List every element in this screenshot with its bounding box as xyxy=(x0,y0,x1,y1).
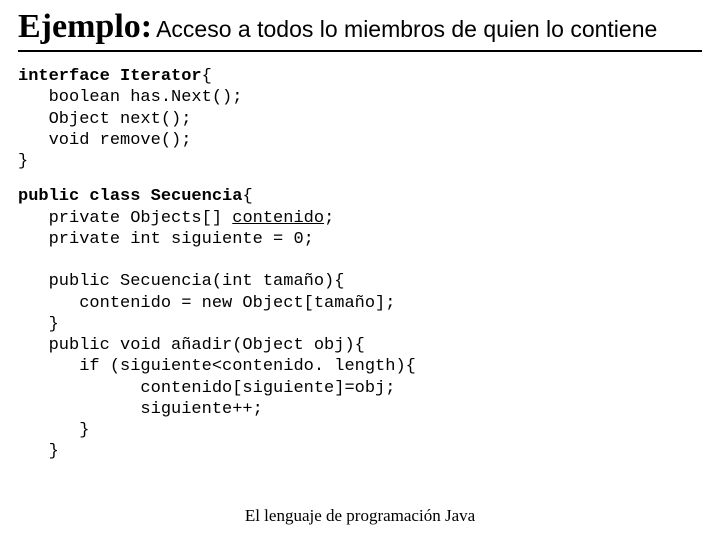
code-block-interface: interface Iterator{ boolean has.Next(); … xyxy=(18,66,702,172)
code-line: contenido = new Object[tamaño]; xyxy=(18,294,395,313)
code-line: private int siguiente = 0; xyxy=(18,230,314,249)
code-line: void remove(); xyxy=(18,131,191,150)
title-sub: Acceso a todos lo miembros de quien lo c… xyxy=(156,18,657,41)
code-line: } xyxy=(18,152,28,171)
code-var-contenido: contenido xyxy=(232,209,324,228)
code-line: contenido[siguiente]=obj; xyxy=(18,379,395,398)
code-line: { xyxy=(242,187,252,206)
code-line: siguiente++; xyxy=(18,400,263,419)
slide: Ejemplo: Acceso a todos lo miembros de q… xyxy=(0,0,720,540)
code-line: Object next(); xyxy=(18,110,191,129)
code-line: ; xyxy=(324,209,334,228)
code-line: interface Iterator xyxy=(18,67,202,86)
code-line: public class Secuencia xyxy=(18,187,242,206)
code-line: boolean has.Next(); xyxy=(18,88,242,107)
title-main: Ejemplo: xyxy=(18,10,152,44)
footer-text: El lenguaje de programación Java xyxy=(0,506,720,526)
code-line: } xyxy=(18,442,59,461)
code-line: private Objects[] xyxy=(18,209,232,228)
code-line: { xyxy=(202,67,212,86)
code-line: } xyxy=(18,421,89,440)
code-line: public Secuencia(int tamaño){ xyxy=(18,272,344,291)
code-line: } xyxy=(18,315,59,334)
code-block-class: public class Secuencia{ private Objects[… xyxy=(18,186,702,462)
code-line: public void añadir(Object obj){ xyxy=(18,336,365,355)
title-row: Ejemplo: Acceso a todos lo miembros de q… xyxy=(18,10,702,52)
code-line: if (siguiente<contenido. length){ xyxy=(18,357,416,376)
